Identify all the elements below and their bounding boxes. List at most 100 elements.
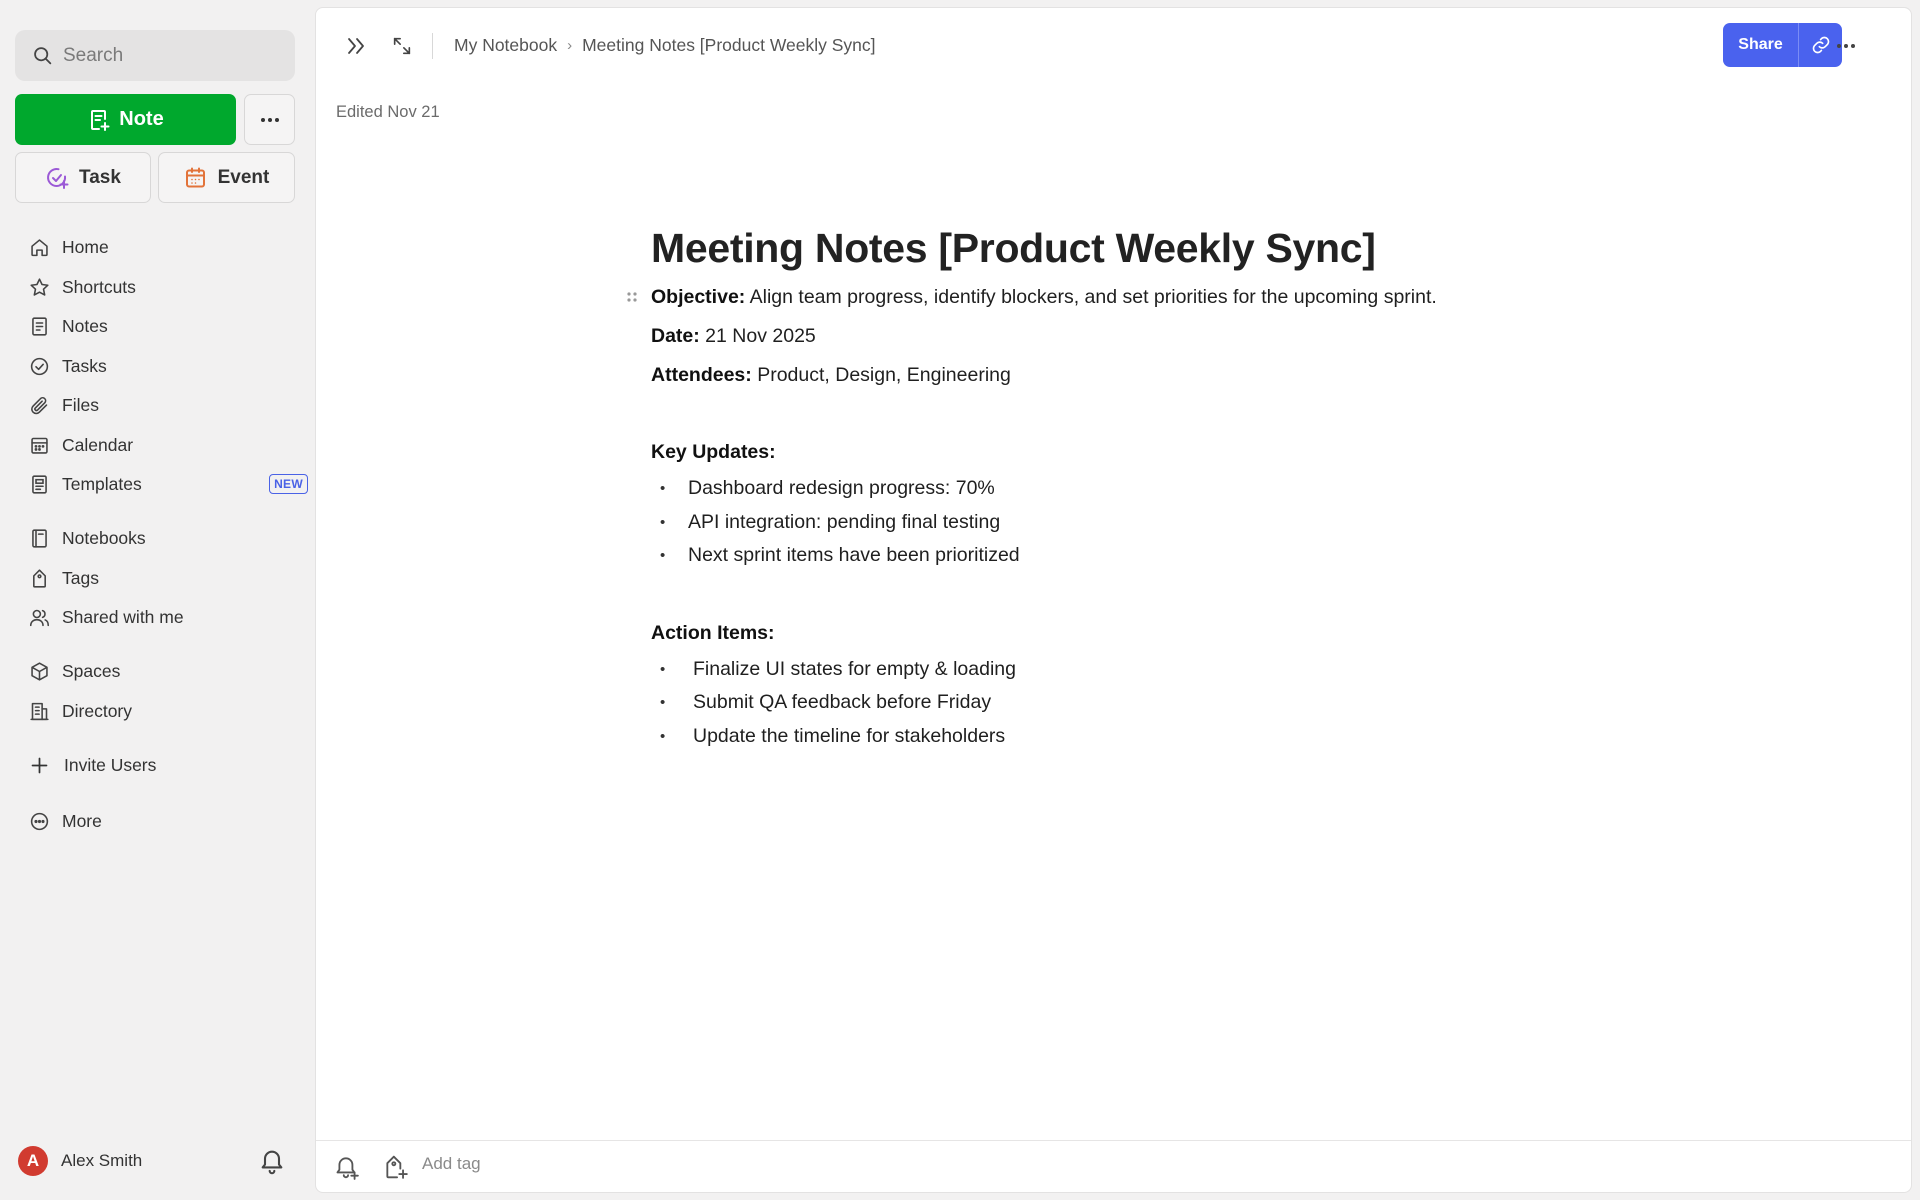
- sidebar-item-label: Templates: [62, 474, 142, 495]
- key-updates-list: Dashboard redesign progress: 70% API int…: [651, 472, 1611, 573]
- breadcrumb-note[interactable]: Meeting Notes [Product Weekly Sync]: [582, 35, 875, 56]
- note-toolbar: My Notebook › Meeting Notes [Product Wee…: [316, 8, 1911, 82]
- empty-line: [651, 395, 1611, 433]
- sidebar-item-label: Directory: [62, 700, 133, 721]
- list-item[interactable]: Submit QA feedback before Friday: [651, 686, 1611, 720]
- sidebar-item-shared[interactable]: Shared with me: [15, 598, 305, 638]
- template-icon: [32, 475, 47, 494]
- home-icon: [31, 239, 48, 257]
- sidebar-item-calendar[interactable]: Calendar: [15, 426, 305, 466]
- list-item[interactable]: API integration: pending final testing: [651, 506, 1611, 540]
- list-item[interactable]: Finalize UI states for empty & loading: [651, 653, 1611, 687]
- ellipsis-icon: [1837, 44, 1855, 48]
- date-label: Date:: [651, 325, 700, 347]
- note-icon: [32, 317, 47, 336]
- nav-invite: Invite Users: [15, 746, 305, 786]
- list-item[interactable]: Next sprint items have been prioritized: [651, 539, 1611, 573]
- drag-handle-icon[interactable]: [625, 290, 639, 306]
- sidebar-item-label: Files: [62, 395, 99, 416]
- chevron-right-icon: ›: [567, 37, 573, 54]
- new-task-label: Task: [79, 166, 121, 188]
- add-tag-icon[interactable]: [383, 1154, 409, 1180]
- breadcrumb: My Notebook › Meeting Notes [Product Wee…: [454, 35, 876, 56]
- sidebar-item-label: Shortcuts: [62, 276, 136, 297]
- calendar-event-icon: [185, 167, 205, 187]
- search-input[interactable]: [63, 44, 283, 67]
- collapse-sidebar-button[interactable]: [342, 32, 370, 60]
- user-name: Alex Smith: [61, 1151, 143, 1170]
- sidebar-item-label: Tags: [62, 567, 99, 588]
- add-tag-input[interactable]: [422, 1154, 622, 1174]
- sidebar-item-label: Calendar: [62, 434, 134, 455]
- sidebar-item-shortcuts[interactable]: Shortcuts: [15, 268, 305, 308]
- sidebar-item-home[interactable]: Home: [15, 228, 305, 268]
- tag-icon: [33, 569, 46, 588]
- more-create-options-button[interactable]: [244, 94, 295, 145]
- sidebar: Note Task Event Home Shortcuts Notes Tas…: [0, 0, 313, 1200]
- sidebar-item-more[interactable]: More: [15, 802, 305, 842]
- sidebar-item-tags[interactable]: Tags: [15, 559, 305, 599]
- date-line[interactable]: Date: 21 Nov 2025: [651, 317, 1611, 356]
- key-updates-heading[interactable]: Key Updates:: [651, 433, 1611, 472]
- sidebar-item-tasks[interactable]: Tasks: [15, 347, 305, 387]
- sidebar-item-files[interactable]: Files: [15, 386, 305, 426]
- invite-users-button[interactable]: Invite Users: [15, 746, 305, 786]
- users-icon: [29, 609, 50, 627]
- edited-timestamp: Edited Nov 21: [336, 103, 440, 121]
- list-item[interactable]: Dashboard redesign progress: 70%: [651, 472, 1611, 506]
- empty-line: [651, 573, 1611, 614]
- double-chevron-right-icon: [348, 38, 364, 54]
- sidebar-item-label: Notebooks: [62, 528, 146, 549]
- note-body[interactable]: Meeting Notes [Product Weekly Sync] Obje…: [627, 218, 1611, 754]
- attendees-line[interactable]: Attendees: Product, Design, Engineering: [651, 356, 1611, 395]
- paperclip-icon: [31, 397, 48, 415]
- star-icon: [30, 278, 49, 296]
- search-box[interactable]: [15, 30, 295, 81]
- new-event-label: Event: [217, 166, 270, 188]
- breadcrumb-notebook[interactable]: My Notebook: [454, 35, 557, 56]
- expand-icon: [393, 37, 411, 55]
- nav-secondary: Notebooks Tags Shared with me: [15, 519, 305, 638]
- list-item[interactable]: Update the timeline for stakeholders: [651, 720, 1611, 754]
- new-event-button[interactable]: Event: [158, 152, 295, 203]
- nav-tertiary: Spaces Directory: [15, 652, 305, 731]
- note-more-button[interactable]: [1831, 32, 1861, 60]
- new-badge: NEW: [269, 474, 308, 494]
- bell-icon[interactable]: [258, 1147, 286, 1175]
- sidebar-item-label: More: [62, 811, 102, 832]
- share-button[interactable]: Share: [1723, 23, 1798, 67]
- date-text: 21 Nov 2025: [699, 325, 816, 347]
- add-reminder-icon[interactable]: [334, 1154, 360, 1180]
- sidebar-item-templates[interactable]: Templates NEW: [15, 465, 308, 505]
- account-menu[interactable]: A Alex Smith: [18, 1146, 142, 1176]
- plus-icon: [31, 757, 48, 774]
- sidebar-item-label: Shared with me: [62, 607, 184, 628]
- share-group: Share: [1723, 23, 1842, 67]
- sidebar-item-label: Notes: [62, 316, 108, 337]
- sidebar-item-notebooks[interactable]: Notebooks: [15, 519, 305, 559]
- search-icon: [34, 47, 52, 65]
- note-title[interactable]: Meeting Notes [Product Weekly Sync]: [651, 218, 1611, 278]
- attendees-label: Attendees:: [651, 364, 752, 386]
- objective-label: Objective:: [651, 286, 746, 308]
- sidebar-item-label: Home: [62, 237, 109, 258]
- new-note-button[interactable]: Note: [15, 94, 236, 145]
- sidebar-item-label: Spaces: [62, 661, 121, 682]
- objective-line[interactable]: Objective: Align team progress, identify…: [627, 278, 1611, 317]
- sidebar-item-label: Tasks: [62, 355, 107, 376]
- objective-text: Align team progress, identify blockers, …: [745, 286, 1437, 308]
- task-icon: [47, 167, 69, 189]
- sidebar-item-notes[interactable]: Notes: [15, 307, 305, 347]
- avatar: A: [18, 1146, 48, 1176]
- action-items-heading[interactable]: Action Items:: [651, 614, 1611, 653]
- check-circle-icon: [30, 357, 49, 375]
- more-circle-icon: [30, 813, 49, 831]
- notebook-icon: [32, 529, 47, 548]
- sidebar-item-spaces[interactable]: Spaces: [15, 652, 305, 692]
- note-footer: [316, 1140, 1911, 1192]
- new-task-button[interactable]: Task: [15, 152, 151, 203]
- expand-note-button[interactable]: [388, 32, 416, 60]
- note-panel: My Notebook › Meeting Notes [Product Wee…: [315, 7, 1912, 1193]
- sidebar-item-directory[interactable]: Directory: [15, 692, 305, 732]
- ellipsis-icon: [260, 117, 279, 122]
